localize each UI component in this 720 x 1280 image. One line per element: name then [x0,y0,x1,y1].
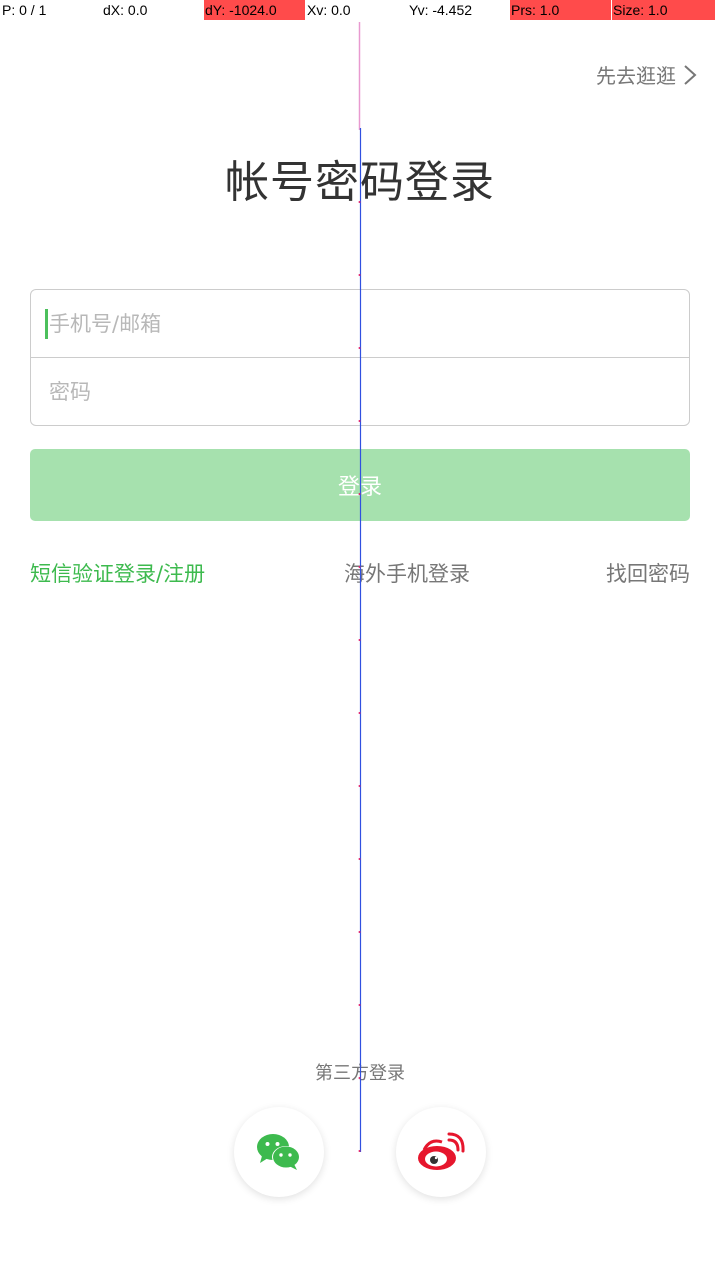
debug-size: Size: 1.0 [612,0,715,20]
login-options-row: 短信验证登录/注册 海外手机登录 找回密码 [30,558,690,592]
debug-xv: Xv: 0.0 [307,2,351,18]
debug-dx: dX: 0.0 [103,2,148,18]
debug-dy: dY: -1024.0 [204,0,305,20]
login-form [30,289,690,426]
overseas-phone-login-link[interactable]: 海外手机登录 [344,558,470,588]
account-field[interactable] [31,290,689,358]
debug-yv: Yv: -4.452 [409,2,473,18]
chevron-right-icon [684,64,697,85]
third-party-login-label: 第三方登录 [315,1063,405,1084]
page-title: 帐号密码登录 [225,157,495,208]
account-input[interactable] [47,310,651,337]
sms-login-link[interactable]: 短信验证登录/注册 [30,558,205,588]
login-screen: P: 0 / 1 dX: 0.0 dY: -1024.0 Xv: 0.0 Yv:… [0,0,720,1280]
debug-pointers: P: 0 / 1 [2,2,47,18]
login-button[interactable]: 登录 [30,449,690,521]
pointer-location-bar: P: 0 / 1 dX: 0.0 dY: -1024.0 Xv: 0.0 Yv:… [0,0,720,20]
wechat-icon [257,1134,300,1170]
weibo-login-button[interactable] [396,1107,486,1197]
weibo-icon [418,1132,465,1170]
skip-browse-label: 先去逛逛 [596,64,676,88]
debug-prs: Prs: 1.0 [510,0,611,20]
skip-browse-link[interactable]: 先去逛逛 [596,60,698,89]
wechat-login-button[interactable] [234,1107,324,1197]
password-field[interactable] [31,358,689,425]
forgot-password-link[interactable]: 找回密码 [606,558,690,588]
text-cursor [45,309,48,339]
password-input[interactable] [47,378,651,405]
